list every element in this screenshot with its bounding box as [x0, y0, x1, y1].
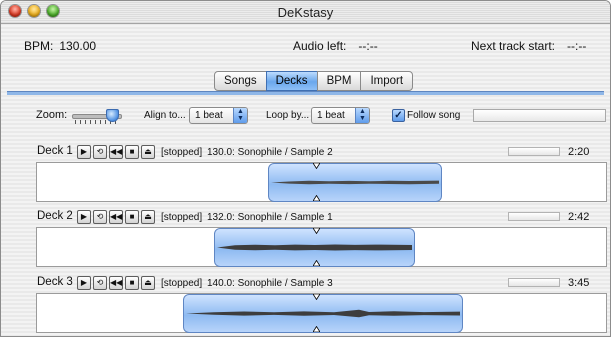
waveform-panel[interactable]	[36, 162, 607, 202]
loop-select-value: 1 beat	[317, 110, 345, 121]
waveform-graphic	[186, 309, 460, 318]
waveform-graphic	[271, 180, 439, 185]
eject-icon[interactable]: ⏏	[141, 145, 155, 159]
rewind-icon[interactable]: ◀◀	[109, 210, 123, 224]
audio-left-value: --:--	[358, 39, 378, 53]
tab-bpm[interactable]: BPM	[316, 71, 362, 91]
loop-icon[interactable]: ⟲	[93, 210, 107, 224]
deck-track: 132.0: Sonophile / Sample 1	[207, 212, 333, 223]
deck-level-meter	[508, 278, 560, 287]
align-select[interactable]: 1 beat ▲ ▼	[189, 107, 248, 124]
stop-icon[interactable]: ■	[125, 210, 139, 224]
deck-toolbar: Zoom: Align to... 1 beat ▲ ▼ Loop by... 1…	[1, 103, 610, 127]
tab-divider	[7, 91, 604, 95]
overview-bar	[473, 109, 606, 122]
deck-name: Deck 2	[37, 210, 73, 222]
rewind-icon[interactable]: ◀◀	[109, 145, 123, 159]
waveform-panel[interactable]	[36, 293, 607, 333]
eject-icon[interactable]: ⏏	[141, 276, 155, 290]
waveform-clip[interactable]	[183, 294, 463, 333]
follow-song-label: Follow song	[407, 110, 461, 121]
align-select-value: 1 beat	[195, 110, 223, 121]
rewind-icon[interactable]: ◀◀	[109, 276, 123, 290]
deck-name: Deck 1	[37, 145, 73, 157]
deck-status: [stopped]	[161, 147, 203, 158]
deck-name: Deck 3	[37, 276, 73, 288]
playhead-bottom-icon	[313, 326, 320, 332]
zoom-slider-knob[interactable]	[106, 109, 119, 122]
tab-songs[interactable]: Songs	[214, 71, 267, 91]
next-track-readout: Next track start: --:--	[471, 39, 586, 53]
audio-left-label: Audio left:	[293, 39, 347, 53]
select-arrows-icon: ▲ ▼	[233, 108, 247, 123]
waveform-clip[interactable]	[268, 163, 442, 202]
deck-level-meter	[508, 212, 560, 221]
deck-status: [stopped]	[161, 212, 203, 223]
next-track-label: Next track start:	[471, 39, 556, 53]
waveform-panel[interactable]	[36, 227, 607, 267]
bpm-readout: BPM: 130.00	[24, 39, 96, 53]
audio-left-readout: Audio left: --:--	[293, 39, 378, 53]
loop-icon[interactable]: ⟲	[93, 276, 107, 290]
tab-bar: Songs Decks BPM Import	[214, 71, 414, 91]
play-icon[interactable]: ▶	[77, 276, 91, 290]
eject-icon[interactable]: ⏏	[141, 210, 155, 224]
title-bar: DeKstasy	[1, 1, 610, 24]
deck-track: 130.0: Sonophile / Sample 2	[207, 147, 333, 158]
playhead-top-icon	[313, 163, 320, 169]
stop-icon[interactable]: ■	[125, 145, 139, 159]
stop-icon[interactable]: ■	[125, 276, 139, 290]
playhead-bottom-icon	[313, 260, 320, 266]
deck-time: 2:42	[568, 211, 590, 223]
playhead-top-icon	[313, 228, 320, 234]
loop-label: Loop by...	[266, 110, 310, 121]
playhead-top-icon	[313, 294, 320, 300]
tab-decks[interactable]: Decks	[265, 71, 318, 91]
deck-track: 140.0: Sonophile / Sample 3	[207, 278, 333, 289]
deck-level-meter	[508, 147, 560, 156]
select-arrows-icon: ▲ ▼	[355, 108, 369, 123]
app-window: DeKstasy BPM: 130.00 Audio left: --:-- Nex…	[0, 0, 611, 337]
deck-time: 2:20	[568, 146, 590, 158]
deck-status: [stopped]	[161, 278, 203, 289]
playhead-bottom-icon	[313, 195, 320, 201]
loop-icon[interactable]: ⟲	[93, 145, 107, 159]
play-icon[interactable]: ▶	[77, 210, 91, 224]
bpm-label: BPM:	[24, 39, 54, 53]
play-icon[interactable]: ▶	[77, 145, 91, 159]
zoom-label: Zoom:	[36, 109, 68, 121]
next-track-value: --:--	[567, 39, 587, 53]
window-title: DeKstasy	[277, 5, 334, 20]
follow-song-checkbox[interactable]: ✓	[392, 109, 405, 122]
tab-import[interactable]: Import	[360, 71, 414, 91]
bpm-value: 130.00	[59, 39, 97, 53]
loop-select[interactable]: 1 beat ▲ ▼	[311, 107, 370, 124]
align-label: Align to...	[144, 110, 186, 121]
deck-time: 3:45	[568, 277, 590, 289]
